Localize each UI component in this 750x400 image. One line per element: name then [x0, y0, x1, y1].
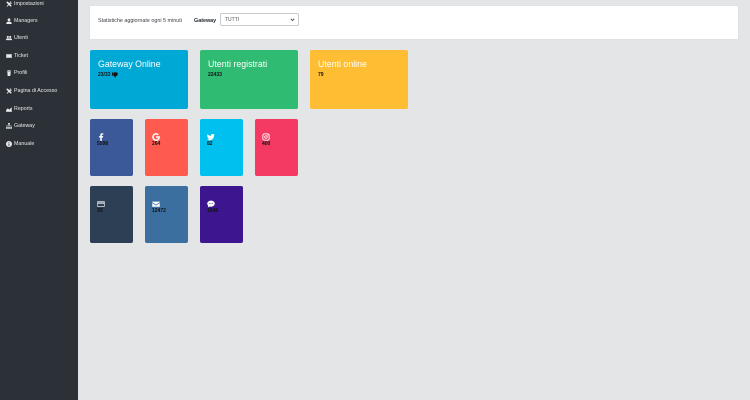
instagram-icon [262, 128, 270, 141]
stats-update-note: Statistiche aggiornate ogni 5 minuti [98, 18, 182, 24]
stats-header-bar: Statistiche aggiornate ogni 5 minuti Gat… [89, 5, 739, 40]
credit-card-tile[interactable]: 33 [90, 186, 133, 243]
tile-value: 5598 [97, 141, 109, 147]
tools-icon [6, 88, 12, 94]
sidebar-item-label: Managers [14, 18, 38, 24]
sidebar-item-pagina-di-accesso[interactable]: Pagina di Accesso [6, 85, 57, 97]
tile-value: 400 [262, 141, 271, 147]
users-icon [6, 35, 12, 41]
sidebar-item-label: Reports [14, 106, 33, 112]
gateway-online-card[interactable]: Gateway Online 23/33 [90, 50, 188, 109]
gateway-label: Gateway [194, 18, 217, 24]
sitemap-icon [6, 123, 12, 129]
sidebar-item-reports[interactable]: Reports [6, 103, 33, 115]
sms-tile[interactable]: 1546 [200, 186, 243, 243]
sidebar-item-label: Ticket [14, 53, 28, 59]
facebook-tile[interactable]: 5598 [90, 119, 133, 176]
card-value-row: 23/33 [98, 72, 118, 78]
twitter-tile[interactable]: 82 [200, 119, 243, 176]
ticket-icon [6, 54, 12, 58]
twitter-icon [207, 128, 215, 141]
gateway-select-value: TUTTI [225, 16, 240, 23]
instagram-tile[interactable]: 400 [255, 119, 298, 176]
card-value: 22433 [208, 72, 222, 78]
sidebar-item-gateway[interactable]: Gateway [6, 120, 35, 132]
card-value-row: 79 [318, 72, 324, 78]
chart-icon [6, 107, 12, 112]
card-value: 79 [318, 72, 324, 78]
credit-card-icon [97, 195, 105, 207]
sidebar-item-profili[interactable]: Profili [6, 67, 27, 79]
chevron-down-icon [290, 17, 295, 22]
info-icon [6, 141, 12, 147]
sidebar-item-managers[interactable]: Managers [6, 15, 38, 27]
sidebar-item-label: Impostazioni [14, 1, 44, 7]
sidebar-item-manuale[interactable]: Manuale [6, 138, 34, 150]
envelope-icon [152, 195, 160, 207]
sidebar: Impostazioni Managers Utenti Ticket Prof… [0, 0, 78, 400]
tools-icon [6, 1, 12, 7]
google-icon [152, 128, 160, 141]
sidebar-item-utenti[interactable]: Utenti [6, 32, 28, 44]
card-value: 23/33 [98, 72, 111, 78]
tile-value: 12472 [152, 208, 166, 214]
chat-icon [207, 195, 215, 208]
facebook-icon [97, 128, 105, 141]
tile-value: 264 [152, 141, 161, 147]
email-tile[interactable]: 12472 [145, 186, 188, 243]
tile-value: 33 [97, 208, 103, 214]
online-users-card[interactable]: Utenti online 79 [310, 50, 408, 109]
tile-value: 82 [207, 141, 213, 147]
gateway-select[interactable]: TUTTI [220, 13, 299, 26]
sidebar-item-label: Manuale [14, 141, 35, 147]
thumbs-down-icon [111, 72, 118, 78]
registered-users-card[interactable]: Utenti registrati 22433 [200, 50, 298, 109]
tile-value: 1546 [207, 208, 219, 214]
sidebar-item-label: Pagina di Accesso [14, 88, 58, 94]
sidebar-item-impostazioni[interactable]: Impostazioni [6, 0, 44, 10]
sidebar-item-ticket[interactable]: Ticket [6, 50, 28, 62]
user-tie-icon [6, 18, 12, 24]
sidebar-item-label: Profili [14, 70, 28, 76]
google-tile[interactable]: 264 [145, 119, 188, 176]
card-value-row: 22433 [208, 72, 222, 78]
trash-icon [6, 70, 12, 76]
sidebar-item-label: Gateway [14, 123, 35, 129]
card-title: Gateway Online [98, 59, 161, 69]
card-title: Utenti registrati [208, 59, 268, 69]
sidebar-item-label: Utenti [14, 35, 28, 41]
card-title: Utenti online [318, 59, 367, 69]
